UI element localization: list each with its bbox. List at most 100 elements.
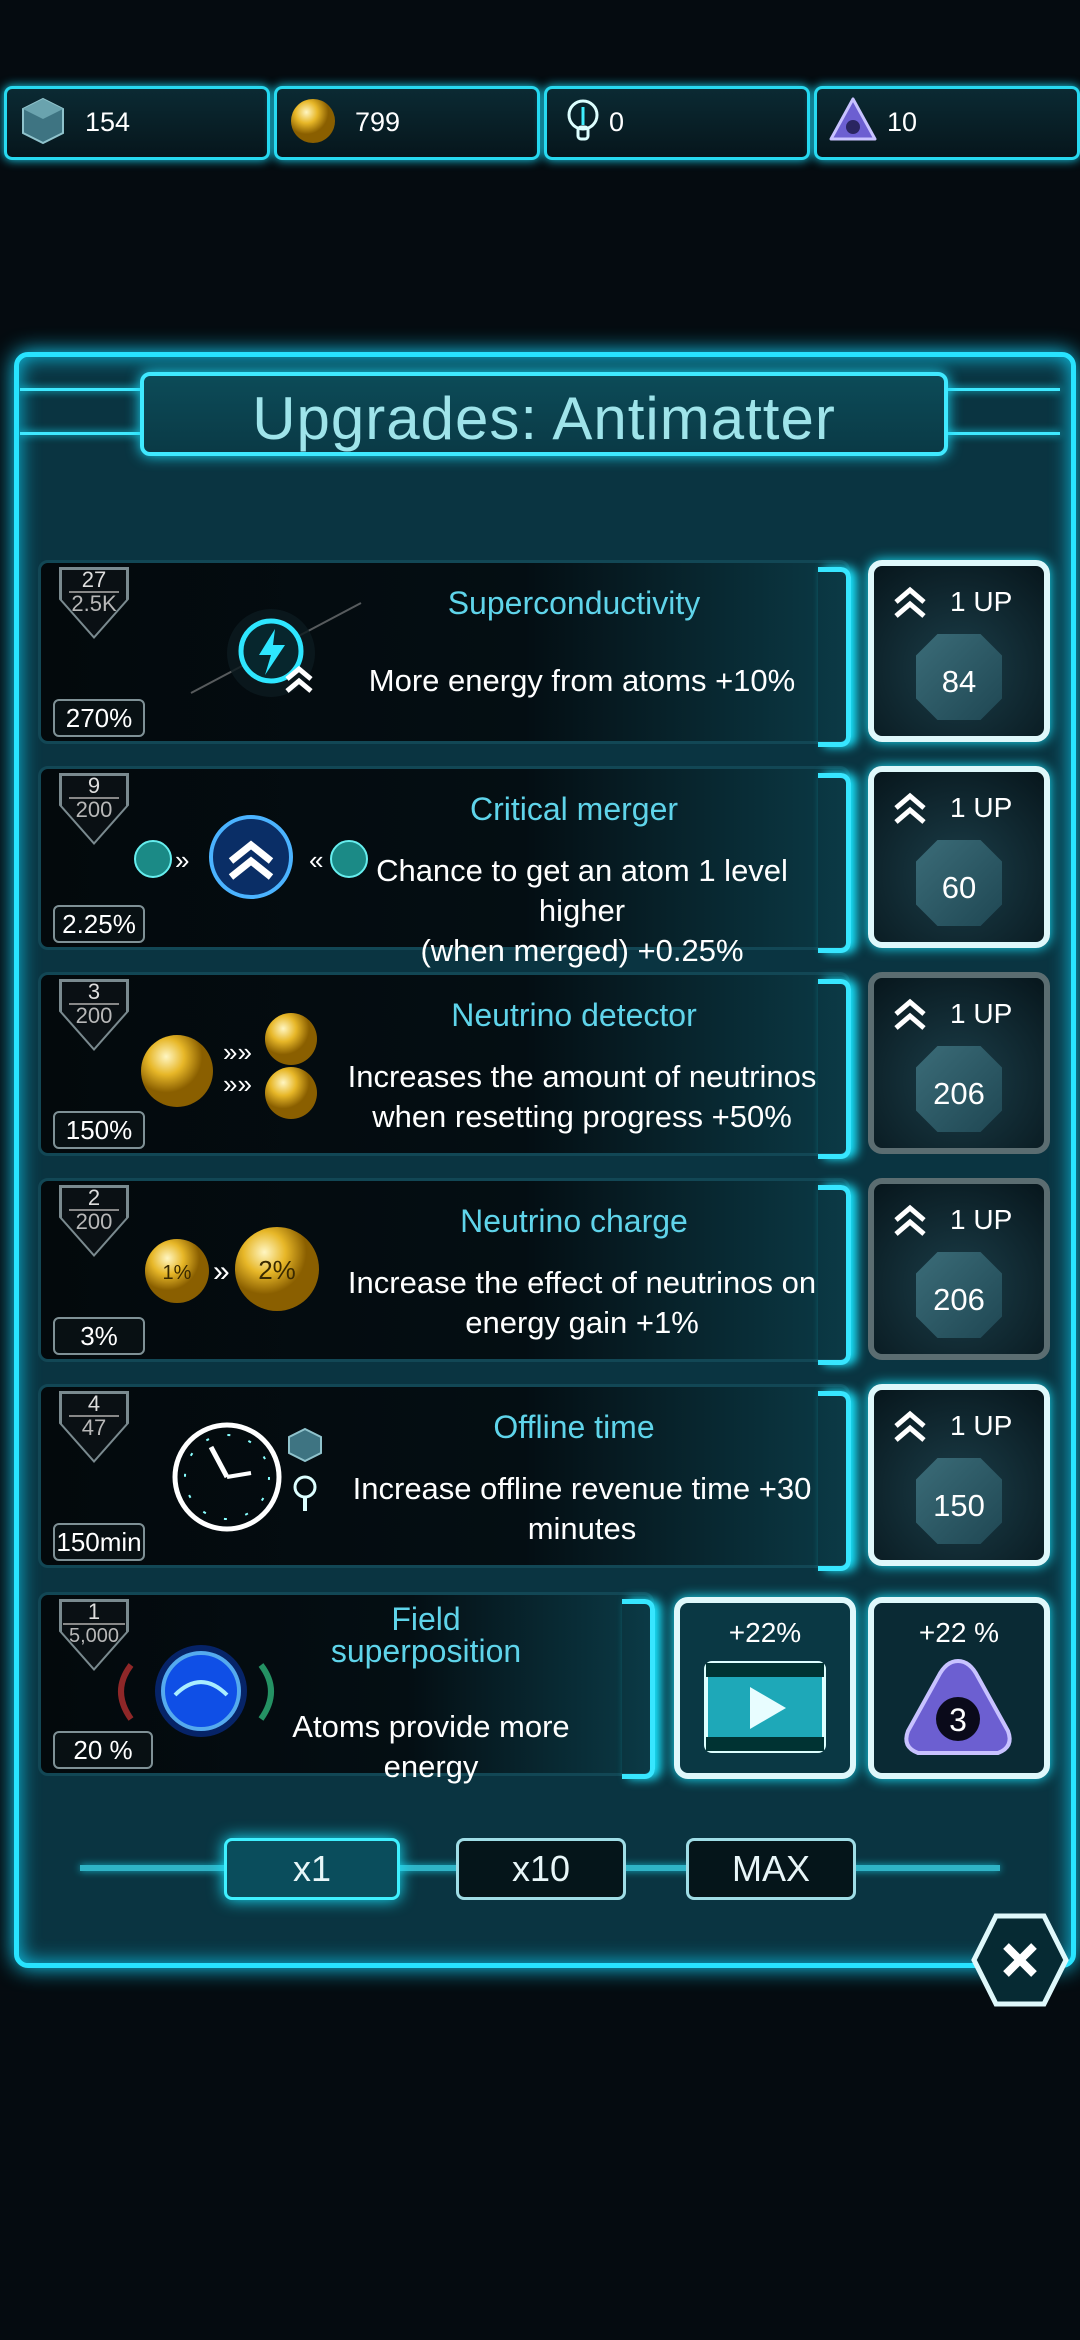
chevron-up-icon xyxy=(894,1204,926,1236)
buy-button-disabled[interactable]: 1 UP 206 xyxy=(868,972,1050,1154)
card-edge xyxy=(818,1185,851,1365)
buy-cost: 150 xyxy=(933,1488,985,1523)
upgrade-name: Offline time xyxy=(493,1409,655,1445)
upgrade-name: Critical merger xyxy=(469,791,679,827)
description-line: Increase the effect of neutrinos on xyxy=(347,1265,817,1300)
effect-percent: 150min xyxy=(53,1523,145,1561)
currency-neutrino: 0 xyxy=(544,86,810,160)
card-edge xyxy=(818,773,851,953)
gold-atom-percent-icon: 1% » 2% xyxy=(145,1227,319,1311)
multiplier-x10-button[interactable]: x10 xyxy=(456,1838,626,1900)
level-current: 27 xyxy=(81,567,107,592)
upgrade-description: More energy from atoms +10% xyxy=(341,661,823,701)
svg-text:»: » xyxy=(175,845,189,875)
currency-value: 10 xyxy=(887,107,918,137)
effect-percent: 270% xyxy=(53,699,145,737)
multiplier-x1-button[interactable]: x1 xyxy=(224,1838,400,1900)
upgrade-description: Increase the effect of neutrinos on energ… xyxy=(341,1263,823,1343)
level-badge: 2 200 xyxy=(59,1185,129,1257)
buy-cost: 206 xyxy=(933,1282,985,1317)
card-edge xyxy=(622,1599,655,1779)
watch-video-button[interactable]: +22% xyxy=(674,1597,856,1779)
description-line: when resetting progress +50% xyxy=(372,1099,792,1134)
card-edge xyxy=(818,1391,851,1571)
level-max: 47 xyxy=(69,1415,119,1439)
svg-text:«: « xyxy=(309,845,323,875)
chevron-up-icon xyxy=(894,1410,926,1442)
divider xyxy=(938,432,1060,435)
upgrade-card-superconductivity: 27 2.5K 270% Superconductivity More ener… xyxy=(38,560,851,747)
trinity-count: 3 xyxy=(949,1702,967,1738)
buy-button-disabled[interactable]: 1 UP 206 xyxy=(868,1178,1050,1360)
purple-trinity-icon xyxy=(829,97,877,141)
effect-percent: 150% xyxy=(53,1111,145,1149)
card-edge xyxy=(818,979,851,1159)
page-title: Upgrades: Antimatter xyxy=(252,385,836,452)
trinity-bonus-label: +22 % xyxy=(918,1617,1000,1648)
gold-atoms-double-icon: »» »» xyxy=(141,1013,317,1119)
level-max: 200 xyxy=(69,1003,119,1027)
upgrade-name: Superconductivity xyxy=(447,585,701,621)
buy-label: 1 UP xyxy=(950,998,1013,1029)
name-line: superposition xyxy=(330,1633,522,1669)
upgrade-description: Increase offline revenue time +30 minutes xyxy=(341,1469,823,1549)
level-current: 4 xyxy=(87,1391,101,1416)
upgrade-name: Neutrino detector xyxy=(451,997,697,1033)
description-line: Chance to get an atom 1 level higher xyxy=(376,853,788,928)
upgrade-card-neutrino-charge: 2 200 1% » 2% 3% Neutrino charge Increas… xyxy=(38,1178,851,1365)
upgrade-description: Increases the amount of neutrinos when re… xyxy=(341,1057,823,1137)
chevron-up-icon xyxy=(894,586,926,618)
buy-cost: 60 xyxy=(941,870,977,905)
gold-atom-icon xyxy=(291,99,335,143)
divider xyxy=(938,388,1060,391)
trinity-boost-button[interactable]: +22 % 3 xyxy=(868,1597,1050,1779)
description-line: minutes xyxy=(527,1511,637,1546)
big-percent-label: 2% xyxy=(258,1255,296,1285)
buy-cost: 206 xyxy=(933,1076,985,1111)
currency-value: 154 xyxy=(85,107,131,137)
currency-value: 0 xyxy=(609,107,625,137)
effect-percent: 20 % xyxy=(53,1731,153,1769)
chevron-up-icon xyxy=(894,792,926,824)
upgrade-name: Neutrino charge xyxy=(460,1203,688,1239)
currency-antimatter: 154 xyxy=(4,86,270,160)
buy-cost: 84 xyxy=(941,664,977,699)
divider xyxy=(20,388,142,391)
buy-button[interactable]: 1 UP 150 xyxy=(868,1384,1050,1566)
upgrade-card-neutrino-detector: 3 200 »» »» 150% Neutrino detector Incre… xyxy=(38,972,851,1159)
level-current: 1 xyxy=(87,1599,101,1624)
upgrade-name: Field superposition xyxy=(261,1603,591,1667)
level-badge: 9 200 xyxy=(59,773,129,845)
currency-gold: 799 xyxy=(274,86,540,160)
level-current: 3 xyxy=(87,979,101,1004)
description-line: Increase offline revenue time +30 xyxy=(352,1471,812,1506)
purple-trinity-icon: 3 xyxy=(904,1658,1012,1755)
multiplier-max-button[interactable]: MAX xyxy=(686,1838,856,1900)
level-current: 2 xyxy=(87,1185,101,1210)
divider xyxy=(20,432,142,435)
upgrade-card-critical-merger: 9 200 » « 2.25% Critical merger Chance t… xyxy=(38,766,851,968)
merge-atoms-icon: » « xyxy=(134,815,368,899)
buy-label: 1 UP xyxy=(950,1410,1013,1441)
buy-button[interactable]: 1 UP 84 xyxy=(868,560,1050,742)
buy-label: 1 UP xyxy=(950,586,1013,617)
card-edge xyxy=(818,567,851,747)
upgrade-description: Chance to get an atom 1 level higher (whe… xyxy=(341,851,823,971)
level-badge: 3 200 xyxy=(59,979,129,1051)
svg-text:»: » xyxy=(213,1255,230,1288)
description-line: energy gain +1% xyxy=(465,1305,699,1340)
svg-text:»»: »» xyxy=(223,1069,252,1099)
description-line: More energy from atoms +10% xyxy=(368,663,796,698)
upgrade-card-field-superposition: 1 5,000 20 % Field superposition Atoms pr… xyxy=(38,1592,655,1784)
effect-percent: 2.25% xyxy=(53,905,145,943)
video-play-icon xyxy=(704,1661,826,1753)
close-button[interactable] xyxy=(970,1912,1070,2008)
buy-button[interactable]: 1 UP 60 xyxy=(868,766,1050,948)
description-line: (when merged) +0.25% xyxy=(420,933,744,968)
level-max: 200 xyxy=(69,797,119,821)
neutrino-bulb-icon xyxy=(567,99,599,141)
level-badge: 4 47 xyxy=(59,1391,129,1463)
title-bar: Upgrades: Antimatter xyxy=(140,372,948,456)
level-badge: 27 2.5K xyxy=(59,567,129,639)
buy-label: 1 UP xyxy=(950,1204,1013,1235)
